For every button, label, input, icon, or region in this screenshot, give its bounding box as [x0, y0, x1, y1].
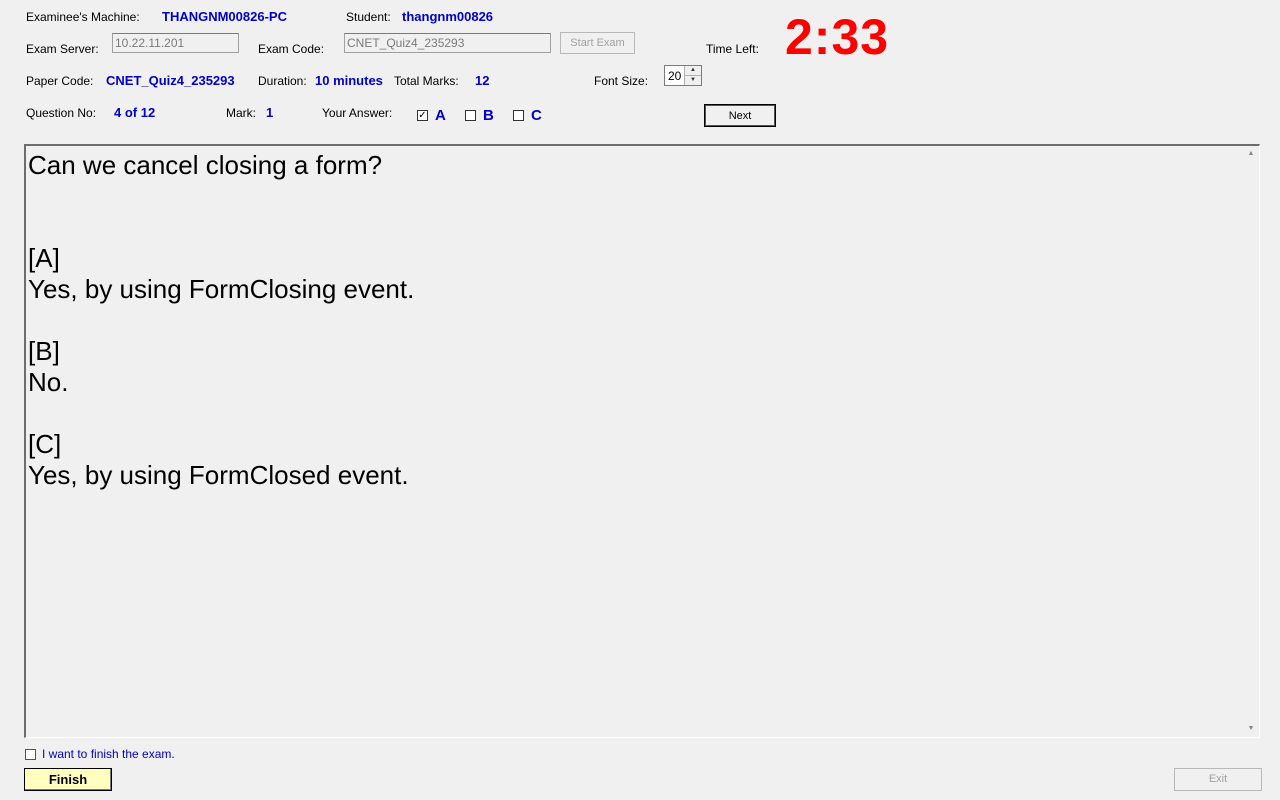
student-value: thangnm00826	[402, 9, 494, 24]
question-text: Can we cancel closing a form? [A] Yes, b…	[28, 150, 415, 490]
student-label: Student:	[346, 10, 391, 24]
finish-exam-checkbox[interactable]	[25, 749, 36, 760]
answer-b-checkbox[interactable]	[465, 110, 476, 121]
question-panel[interactable]: Can we cancel closing a form? [A] Yes, b…	[24, 144, 1260, 738]
answer-c-checkbox[interactable]	[513, 110, 524, 121]
stepper-up-icon[interactable]: ▲	[685, 66, 701, 76]
machine-label: Examinee's Machine:	[26, 10, 140, 24]
server-label: Exam Server:	[26, 42, 99, 56]
answer-c-label[interactable]: C	[531, 107, 542, 124]
font-size-label: Font Size:	[594, 74, 649, 88]
time-left-label: Time Left:	[706, 42, 759, 56]
scroll-up-icon[interactable]: ▲	[1243, 146, 1259, 162]
vertical-scrollbar[interactable]: ▲ ▼	[1243, 146, 1259, 737]
exam-code-field[interactable]: CNET_Quiz4_235293	[344, 33, 551, 53]
answer-a-label[interactable]: A	[435, 107, 446, 124]
total-marks-value: 12	[475, 73, 490, 88]
font-size-stepper[interactable]: 20 ▲ ▼	[664, 65, 702, 86]
server-field[interactable]: 10.22.11.201	[112, 33, 239, 53]
checkmark-icon: ✓	[418, 110, 427, 121]
time-left-value: 2:33	[785, 9, 890, 65]
your-answer-label: Your Answer:	[322, 106, 393, 120]
start-exam-button[interactable]: Start Exam	[560, 32, 635, 54]
total-marks-label: Total Marks:	[394, 74, 459, 88]
stepper-down-icon[interactable]: ▼	[685, 76, 701, 85]
stepper-arrows[interactable]: ▲ ▼	[684, 66, 701, 85]
question-no-label: Question No:	[26, 106, 97, 120]
mark-value: 1	[266, 105, 274, 120]
font-size-value[interactable]: 20	[668, 69, 681, 83]
paper-code-label: Paper Code:	[26, 74, 94, 88]
question-no-value: 4 of 12	[114, 105, 156, 120]
machine-value: THANGNM00826-PC	[162, 9, 287, 24]
duration-label: Duration:	[258, 74, 307, 88]
exit-button[interactable]: Exit	[1174, 768, 1262, 791]
answer-b-label[interactable]: B	[483, 107, 494, 124]
duration-value: 10 minutes	[315, 73, 383, 88]
paper-code-value: CNET_Quiz4_235293	[106, 73, 235, 88]
answer-a-checkbox[interactable]: ✓	[417, 110, 428, 121]
exam-code-label: Exam Code:	[258, 42, 325, 56]
mark-label: Mark:	[226, 106, 256, 120]
scroll-down-icon[interactable]: ▼	[1243, 721, 1259, 737]
next-button[interactable]: Next	[704, 104, 776, 127]
finish-button[interactable]: Finish	[24, 768, 112, 791]
finish-exam-label[interactable]: I want to finish the exam.	[42, 747, 175, 761]
